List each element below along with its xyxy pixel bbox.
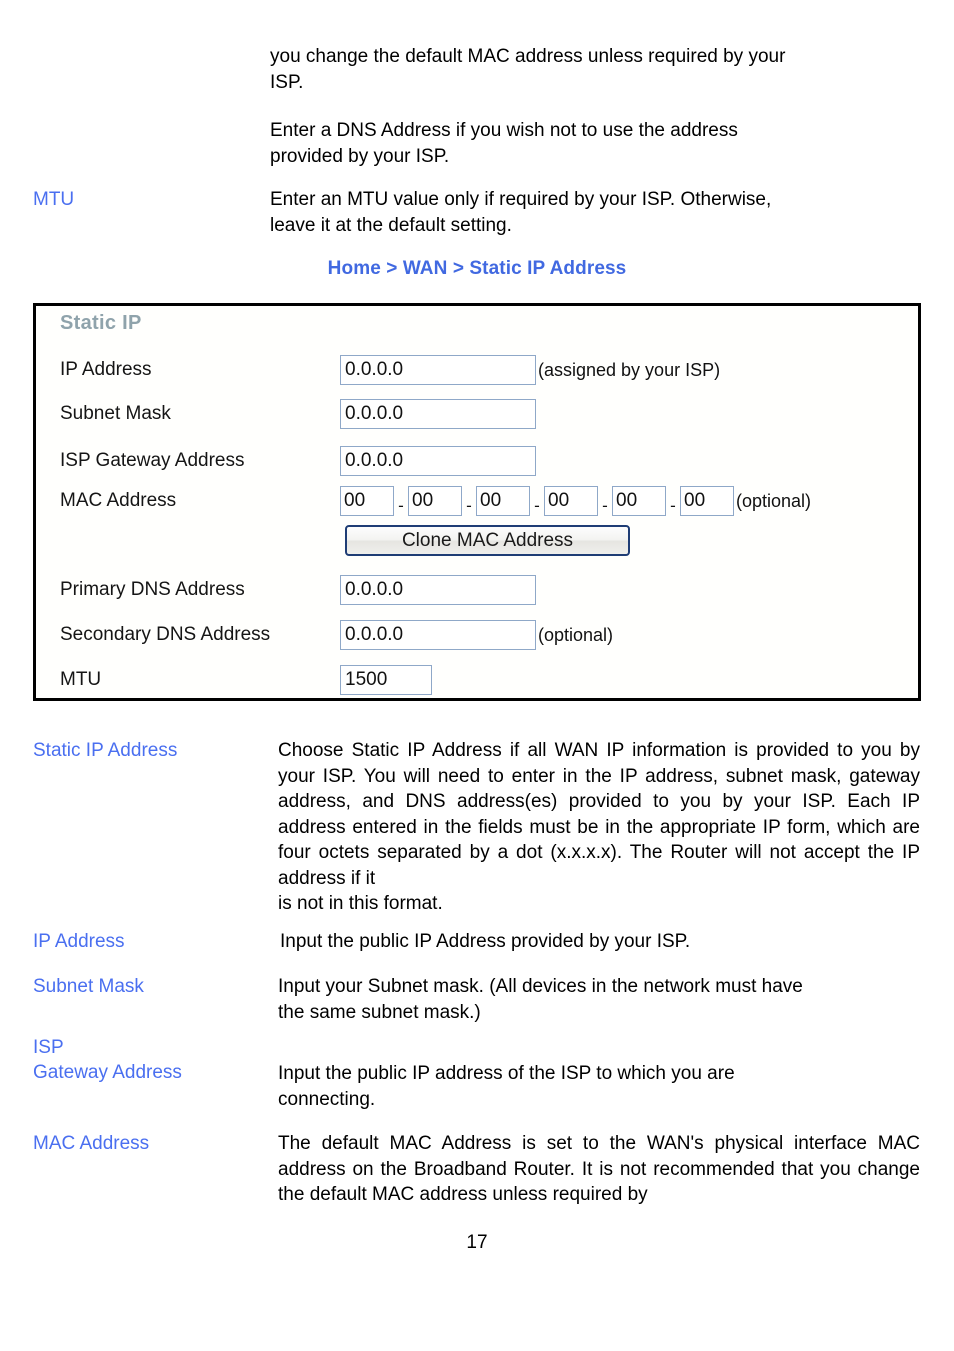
paragraph-body: you change the default MAC address unles… — [270, 46, 786, 67]
label-isp-gateway-address: ISP Gateway Address — [60, 450, 245, 471]
description-body: Enter an MTU value only if required by y… — [270, 189, 772, 210]
description-last-line: connecting. — [278, 1088, 376, 1110]
definition-description: Enter an MTU value only if required by y… — [270, 187, 920, 238]
ip-address-input[interactable] — [340, 355, 536, 385]
clone-mac-address-button[interactable]: Clone MAC Address — [345, 525, 630, 556]
form-row-secondary-dns-address: Secondary DNS Address (optional) — [60, 620, 613, 650]
definition-row-mtu: MTU Enter an MTU value only if required … — [33, 187, 920, 238]
paragraph-dns-address: Enter a DNS Address if you wish not to u… — [270, 118, 920, 169]
description-body: Input your Subnet mask. (All devices in … — [278, 976, 803, 997]
label-secondary-dns-address: Secondary DNS Address — [60, 624, 271, 645]
term-label-isp-gateway-address: ISP Gateway Address — [33, 1037, 182, 1083]
form-row-mac-address: MAC Address - - - - - (optional) — [60, 486, 811, 516]
description-last-line: leave it at the default setting. — [270, 214, 512, 236]
mac-octet-4[interactable] — [544, 486, 598, 516]
mac-octet-2[interactable] — [408, 486, 462, 516]
label-primary-dns-address: Primary DNS Address — [60, 579, 245, 600]
definition-description: Input the public IP address of the ISP t… — [278, 1035, 920, 1112]
label-mac-address: MAC Address — [60, 490, 177, 511]
definition-description: Input the public IP Address provided by … — [280, 931, 691, 952]
mtu-input[interactable] — [340, 665, 432, 695]
mac-separator-2: - — [466, 496, 472, 515]
mac-octet-5[interactable] — [612, 486, 666, 516]
definition-row-subnet-mask: Subnet Mask Input your Subnet mask. (All… — [33, 974, 920, 1025]
paragraph-body: Enter a DNS Address if you wish not to u… — [270, 120, 738, 141]
static-ip-settings-panel: Static IP IP Address (assigned by your I… — [33, 303, 921, 701]
description-body: Input the public IP address of the ISP t… — [278, 1063, 735, 1084]
breadcrumb: Home > WAN > Static IP Address — [327, 258, 627, 279]
mac-separator-4: - — [602, 496, 608, 515]
mac-octet-1[interactable] — [340, 486, 394, 516]
note-mac-optional: (optional) — [736, 490, 812, 511]
form-row-subnet-mask: Subnet Mask — [60, 399, 536, 429]
mac-separator-5: - — [670, 496, 676, 515]
form-row-primary-dns-address: Primary DNS Address — [60, 575, 536, 605]
definition-description: Input your Subnet mask. (All devices in … — [278, 974, 920, 1025]
term-label-mac-address: MAC Address — [33, 1133, 150, 1154]
mac-octet-3[interactable] — [476, 486, 530, 516]
mac-address-octet-group: - - - - - — [340, 486, 734, 516]
definition-row-ip-address: IP Address Input the public IP Address p… — [33, 929, 920, 955]
secondary-dns-address-input[interactable] — [340, 620, 536, 650]
label-ip-address: IP Address — [60, 359, 152, 380]
page-number: 17 — [466, 1232, 488, 1253]
isp-gateway-address-input[interactable] — [340, 446, 536, 476]
form-row-isp-gateway-address: ISP Gateway Address — [60, 446, 536, 476]
form-row-mtu: MTU — [60, 665, 432, 695]
form-row-ip-address: IP Address (assigned by your ISP) — [60, 355, 720, 385]
description-body: Choose Static IP Address if all WAN IP i… — [278, 740, 920, 889]
definition-description: The default MAC Address is set to the WA… — [278, 1133, 920, 1205]
label-mtu: MTU — [60, 669, 102, 690]
mac-separator-1: - — [398, 496, 404, 515]
mac-octet-6[interactable] — [680, 486, 734, 516]
paragraph-last-line: provided by your ISP. — [270, 145, 450, 167]
description-last-line: is not in this format. — [278, 893, 443, 914]
term-label-ip-address: IP Address — [33, 931, 125, 952]
paragraph-mac-address-continued: you change the default MAC address unles… — [270, 44, 920, 95]
definition-row-static-ip-address: Static IP Address Choose Static IP Addre… — [33, 738, 920, 917]
term-label-subnet-mask: Subnet Mask — [33, 976, 144, 997]
note-secondary-dns-optional: (optional) — [538, 624, 614, 645]
primary-dns-address-input[interactable] — [340, 575, 536, 605]
definition-row-mac-address: MAC Address The default MAC Address is s… — [33, 1131, 920, 1208]
note-assigned-by-isp: (assigned by your ISP) — [538, 359, 721, 380]
paragraph-last-line: ISP. — [270, 71, 304, 93]
mac-separator-3: - — [534, 496, 540, 515]
panel-title: Static IP — [60, 312, 142, 334]
term-label-static-ip-address: Static IP Address — [33, 740, 178, 761]
label-subnet-mask: Subnet Mask — [60, 403, 171, 424]
term-label-mtu: MTU — [33, 189, 75, 210]
definition-description: Choose Static IP Address if all WAN IP i… — [278, 738, 920, 917]
subnet-mask-input[interactable] — [340, 399, 536, 429]
definition-row-isp-gateway-address: ISP Gateway Address Input the public IP … — [33, 1035, 920, 1112]
description-last-line: the same subnet mask.) — [278, 1001, 481, 1023]
